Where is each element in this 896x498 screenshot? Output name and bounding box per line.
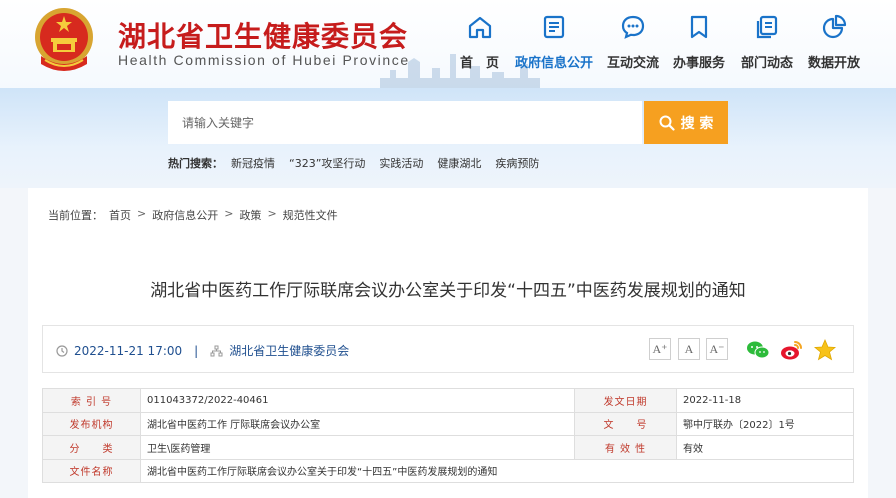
info-key: 索 引 号 — [42, 388, 141, 413]
chat-icon — [621, 15, 645, 39]
info-value: 湖北省中医药工作 厅际联席会议办公室 — [140, 411, 575, 436]
organization-icon — [210, 345, 223, 356]
breadcrumb-separator: > — [137, 207, 147, 220]
search-button-label: 搜 索 — [680, 115, 714, 132]
info-key: 发文日期 — [574, 388, 677, 413]
breadcrumb-item-home[interactable]: 首页 — [109, 207, 131, 223]
site-header: 湖北省卫生健康委员会 Health Commission of Hubei Pr… — [0, 0, 896, 88]
info-key: 文 号 — [574, 411, 677, 436]
breadcrumb-label: 当前位置： — [48, 209, 103, 222]
search-input[interactable]: 请输入关键字 — [168, 101, 642, 144]
info-key: 分 类 — [42, 435, 141, 460]
hot-search: 热门搜索： 新冠疫情 “323”攻坚行动 实践活动 健康湖北 疾病预防 — [168, 155, 539, 171]
info-value: 卫生\医药管理 — [140, 435, 575, 460]
info-value: 2022-11-18 — [676, 388, 854, 413]
nav-item-dept-news[interactable]: 部门动态 — [741, 14, 793, 74]
nav-label: 互动交流 — [607, 56, 660, 71]
nav-label: 数据开放 — [808, 56, 861, 71]
breadcrumb-separator: > — [267, 207, 277, 220]
breadcrumb-item-policy[interactable]: 政策 — [239, 207, 261, 223]
nav-item-gov-info[interactable]: 政府信息公开 — [515, 14, 593, 74]
info-value: 011043372/2022-40461 — [140, 388, 575, 413]
breadcrumb-item-normative[interactable]: 规范性文件 — [283, 207, 338, 223]
home-icon — [468, 16, 491, 39]
breadcrumb-item-gov-info[interactable]: 政府信息公开 — [152, 207, 218, 223]
article-source[interactable]: 湖北省卫生健康委员会 — [229, 342, 349, 359]
meta-divider: | — [194, 343, 199, 358]
font-normal-button[interactable]: A — [678, 338, 700, 360]
info-key: 文件名称 — [42, 458, 141, 483]
nav-item-interaction[interactable]: 互动交流 — [607, 14, 659, 74]
info-value: 湖北省中医药工作厅际联席会议办公室关于印发“十四五”中医药发展规划的通知 — [140, 458, 854, 483]
hot-term[interactable]: 疾病预防 — [495, 155, 539, 171]
hot-search-label: 热门搜索： — [168, 157, 223, 170]
nav-label: 政府信息公开 — [515, 56, 594, 71]
site-title[interactable]: 湖北省卫生健康委员会 — [118, 15, 408, 55]
bookmark-icon — [690, 15, 708, 39]
table-row: 索 引 号 011043372/2022-40461 发文日期 2022-11-… — [42, 388, 854, 413]
breadcrumb: 当前位置： 首页 > 政府信息公开 > 政策 > 规范性文件 — [48, 207, 338, 223]
hot-term[interactable]: 新冠疫情 — [231, 155, 275, 171]
hot-term[interactable]: 实践活动 — [379, 155, 423, 171]
article-title: 湖北省中医药工作厅际联席会议办公室关于印发“十四五”中医药发展规划的通知 — [150, 281, 746, 301]
nav-label: 首 页 — [460, 56, 500, 71]
table-row: 分 类 卫生\医药管理 有 效 性 有效 — [42, 435, 854, 460]
pie-chart-icon — [822, 14, 847, 39]
nav-item-services[interactable]: 办事服务 — [673, 14, 725, 74]
hot-term[interactable]: 健康湖北 — [437, 155, 481, 171]
info-value: 鄂中厅联办〔2022〕1号 — [676, 411, 854, 436]
nav-item-open-data[interactable]: 数据开放 — [808, 14, 860, 74]
font-smaller-button[interactable]: A⁻ — [706, 338, 728, 360]
wechat-share-icon[interactable] — [746, 338, 770, 362]
national-emblem-icon — [35, 8, 93, 71]
nav-label: 办事服务 — [673, 56, 726, 71]
table-row: 文件名称 湖北省中医药工作厅际联席会议办公室关于印发“十四五”中医药发展规划的通… — [42, 458, 854, 483]
article-meta: 2022-11-21 17:00 | 湖北省卫生健康委员会 — [56, 342, 349, 359]
info-key: 发布机构 — [42, 411, 141, 436]
nav-label: 部门动态 — [741, 56, 794, 71]
publish-datetime: 2022-11-21 17:00 — [74, 343, 183, 358]
favorite-star-icon[interactable] — [813, 338, 837, 362]
breadcrumb-separator: > — [224, 207, 234, 220]
weibo-share-icon[interactable] — [780, 338, 804, 362]
document-icon — [543, 15, 565, 39]
search-button[interactable]: 搜 索 — [644, 101, 728, 144]
table-row: 发布机构 湖北省中医药工作 厅际联席会议办公室 文 号 鄂中厅联办〔2022〕1… — [42, 411, 854, 436]
copy-icon — [756, 15, 778, 39]
font-larger-button[interactable]: A⁺ — [649, 338, 671, 360]
document-info-table: 索 引 号 011043372/2022-40461 发文日期 2022-11-… — [42, 388, 854, 483]
clock-icon — [56, 344, 68, 357]
info-value: 有效 — [676, 435, 854, 460]
search-icon — [659, 115, 675, 131]
nav-item-home[interactable]: 首 页 — [460, 14, 499, 74]
hot-term[interactable]: “323”攻坚行动 — [289, 155, 365, 171]
info-key: 有 效 性 — [574, 435, 677, 460]
site-subtitle: Health Commission of Hubei Province — [118, 52, 410, 68]
